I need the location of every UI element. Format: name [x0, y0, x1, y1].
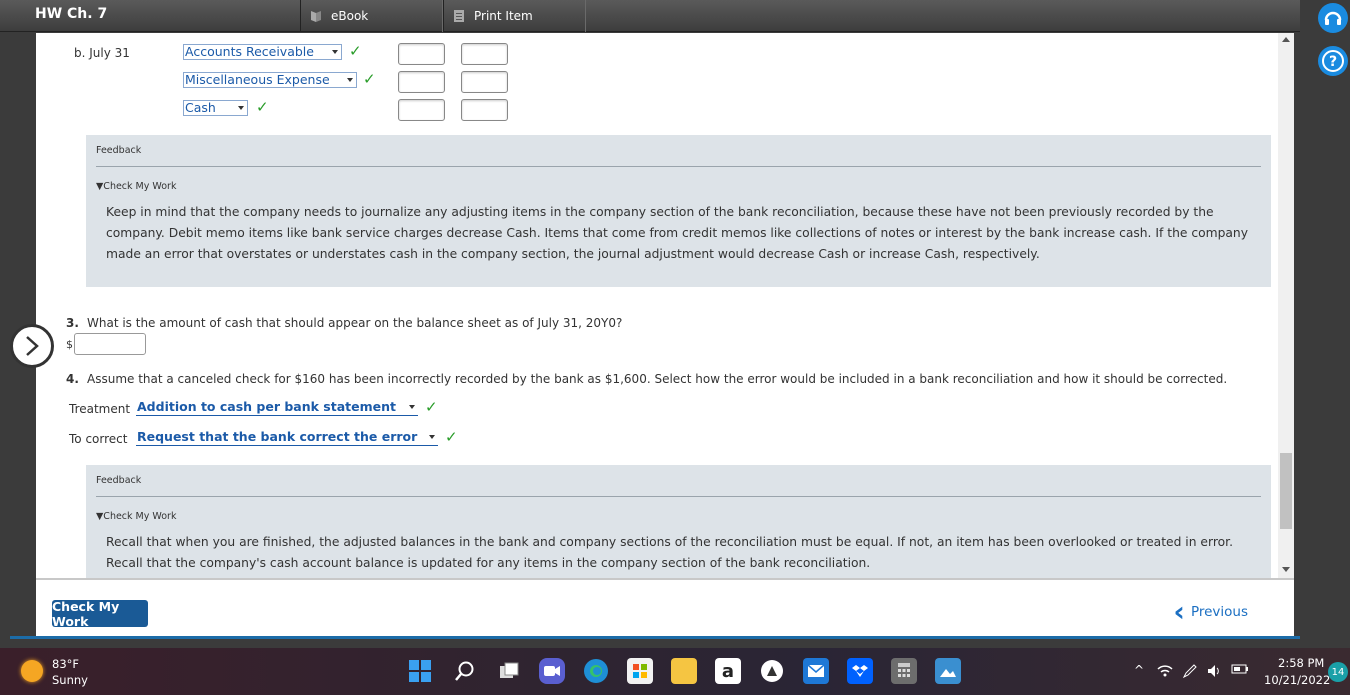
chevron-down-icon [238, 106, 244, 110]
treatment-select[interactable]: Addition to cash per bank statement [136, 400, 418, 416]
account-select-1[interactable]: Accounts Receivable [183, 44, 342, 60]
help-icon[interactable]: ? [1318, 46, 1348, 76]
windows-start-icon[interactable] [407, 658, 433, 684]
mail-icon[interactable] [803, 658, 829, 684]
app-icon[interactable] [759, 658, 785, 684]
next-arrow-icon[interactable] [10, 324, 54, 368]
chevron-down-icon [347, 78, 353, 82]
store-icon[interactable] [627, 658, 653, 684]
ebook-button[interactable]: eBook [300, 0, 443, 32]
divider [96, 496, 1261, 497]
check-my-work-toggle[interactable]: ▼Check My Work [96, 181, 176, 192]
check-icon: ✓ [445, 428, 458, 446]
calculator-icon[interactable] [891, 658, 917, 684]
chevron-down-icon [409, 405, 415, 409]
pen-icon[interactable] [1182, 663, 1198, 683]
feedback-text: Recall that when you are finished, the a… [106, 535, 1233, 570]
credit-input-1[interactable] [461, 43, 508, 65]
weather-condition: Sunny [52, 673, 88, 687]
scroll-down-icon[interactable] [1282, 567, 1290, 572]
assignment-title: HW Ch. 7 [35, 6, 108, 22]
correct-value: Request that the bank correct the error [137, 429, 418, 444]
scroll-thumb[interactable] [1280, 453, 1292, 529]
check-icon: ✓ [349, 42, 362, 60]
task-view-icon[interactable] [496, 658, 522, 684]
windows-taskbar: 83°F Sunny a ^ 2:58 PM 10/21/2022 14 [0, 648, 1350, 695]
treatment-label: Treatment [69, 402, 131, 416]
weather-sun-icon[interactable] [21, 660, 43, 682]
divider [96, 166, 1261, 167]
check-my-work-toggle[interactable]: ▼Check My Work [96, 511, 176, 522]
check-icon: ✓ [256, 98, 269, 116]
q3-text: What is the amount of cash that should a… [87, 316, 623, 330]
scroll-up-icon[interactable] [1282, 37, 1290, 42]
scrollbar[interactable] [1278, 33, 1294, 578]
bottom-bar: Check My Work ‹ Previous [36, 578, 1294, 636]
feedback-title: Feedback [96, 475, 142, 486]
print-item-button[interactable]: Print Item [443, 0, 586, 32]
clock-date[interactable]: 10/21/2022 [1264, 673, 1330, 687]
chevron-up-icon[interactable]: ^ [1134, 663, 1144, 677]
check-icon: ✓ [425, 398, 438, 416]
top-toolbar: HW Ch. 7 eBook Print Item [0, 0, 1300, 32]
treatment-value: Addition to cash per bank statement [137, 399, 396, 414]
q4-text: Assume that a canceled check for $160 ha… [87, 372, 1228, 386]
entry-b-label: b. July 31 [74, 46, 130, 60]
search-icon[interactable] [452, 658, 478, 684]
photos-icon[interactable] [935, 658, 961, 684]
amazon-icon[interactable]: a [715, 658, 741, 684]
account-select-3[interactable]: Cash [183, 100, 248, 116]
browser-frame: HW Ch. 7 eBook Print Item ? b. July 31 A… [0, 0, 1350, 648]
print-label: Print Item [474, 9, 533, 23]
print-icon [452, 9, 466, 23]
q3-number: 3. [66, 316, 79, 330]
chevron-left-icon: ‹ [1173, 595, 1185, 628]
previous-button[interactable]: ‹ Previous [1173, 595, 1248, 628]
credit-input-2[interactable] [461, 71, 508, 93]
feedback-panel-2: Feedback ▼Check My Work Recall that when… [86, 465, 1271, 578]
feedback-text: Keep in mind that the company needs to j… [106, 205, 1249, 261]
account-select-2[interactable]: Miscellaneous Expense [183, 72, 357, 88]
network-icon[interactable] [1156, 663, 1174, 683]
correct-select[interactable]: Request that the bank correct the error [136, 430, 438, 446]
right-sidebar [1310, 0, 1350, 648]
cash-amount-input[interactable] [74, 333, 146, 355]
currency-symbol: $ [66, 338, 73, 351]
chevron-down-icon [429, 435, 435, 439]
feedback-title: Feedback [96, 145, 142, 156]
check-my-work-button[interactable]: Check My Work [52, 599, 148, 629]
book-icon [309, 9, 323, 23]
edge-browser-icon[interactable] [583, 658, 609, 684]
correct-label: To correct [69, 432, 128, 446]
battery-icon[interactable] [1231, 663, 1249, 679]
feedback-panel-1: Feedback ▼Check My Work Keep in mind tha… [86, 135, 1271, 287]
clock-time[interactable]: 2:58 PM [1278, 656, 1324, 670]
debit-input-1[interactable] [398, 43, 445, 65]
svg-text:?: ? [1329, 54, 1337, 70]
credit-input-3[interactable] [461, 99, 508, 121]
teams-chat-icon[interactable] [539, 658, 565, 684]
debit-input-3[interactable] [398, 99, 445, 121]
ebook-label: eBook [331, 9, 369, 23]
account-select-1-value: Accounts Receivable [185, 44, 314, 59]
volume-icon[interactable] [1206, 663, 1222, 683]
account-select-2-value: Miscellaneous Expense [185, 72, 330, 87]
temperature: 83°F [52, 657, 79, 671]
previous-label: Previous [1190, 604, 1248, 620]
question-content: b. July 31 Accounts Receivable ✓ Miscell… [36, 33, 1294, 578]
progress-divider [10, 636, 1300, 639]
headset-icon[interactable] [1318, 3, 1348, 33]
q4-number: 4. [66, 372, 79, 386]
file-explorer-icon[interactable] [671, 658, 697, 684]
debit-input-2[interactable] [398, 71, 445, 93]
dropbox-icon[interactable] [847, 658, 873, 684]
check-icon: ✓ [363, 70, 376, 88]
chevron-down-icon [332, 50, 338, 54]
notification-badge[interactable]: 14 [1328, 662, 1348, 682]
account-select-3-value: Cash [185, 100, 216, 115]
